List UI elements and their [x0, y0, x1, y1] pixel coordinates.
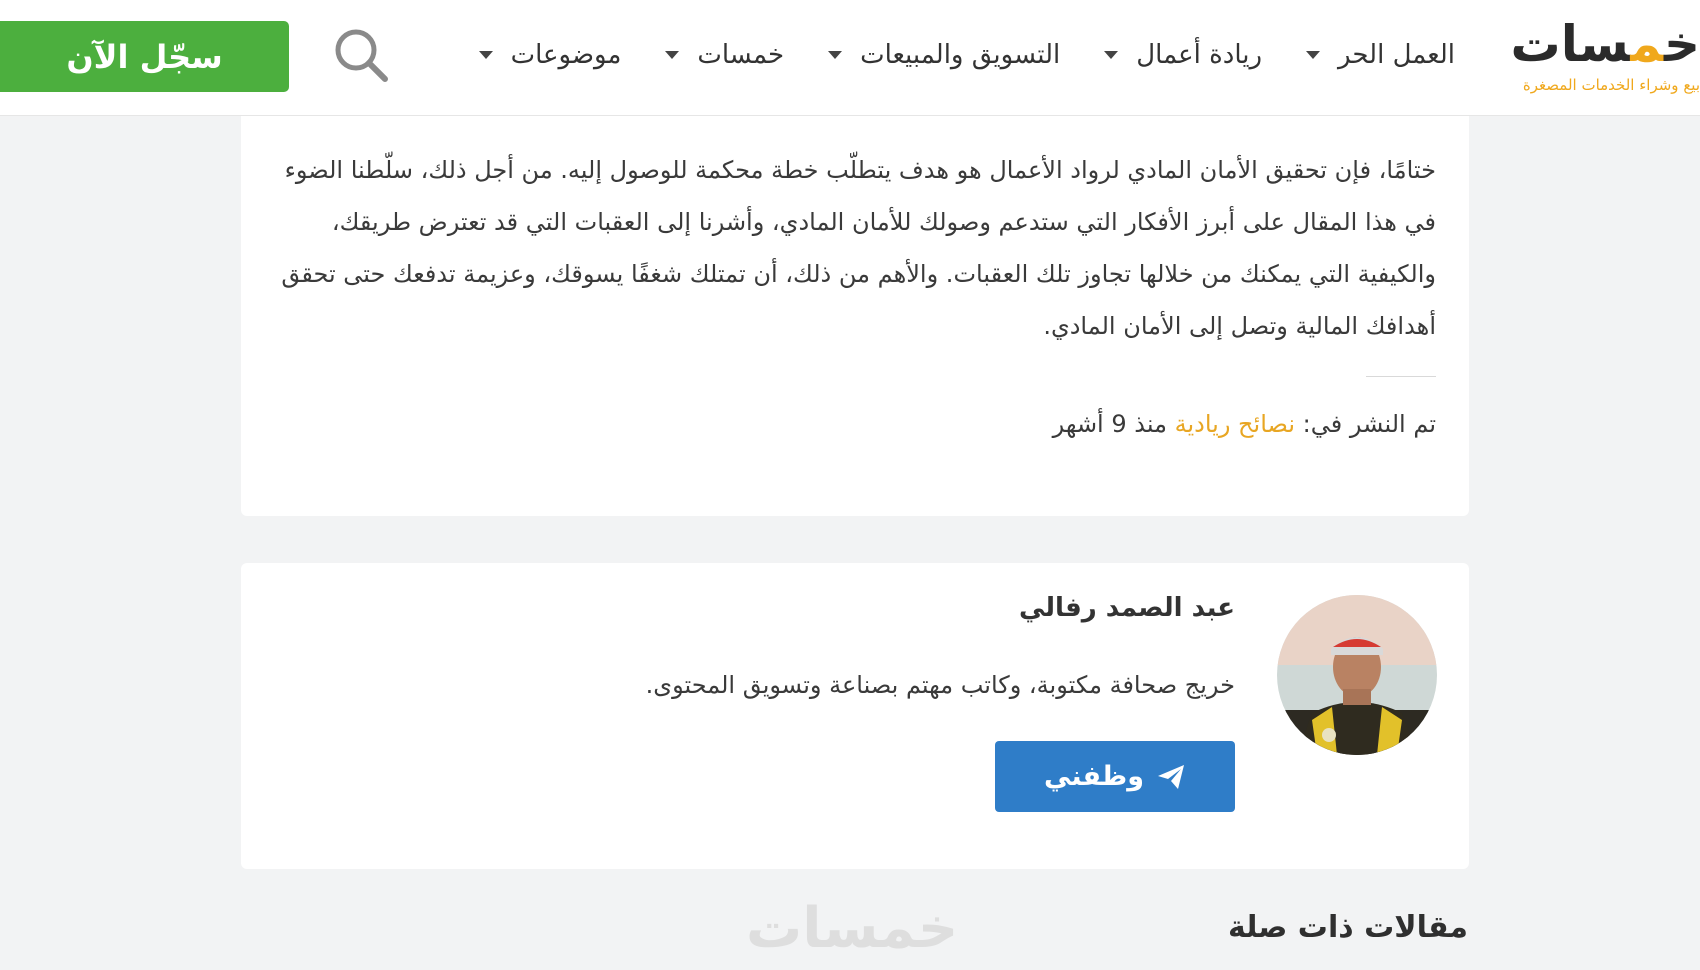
author-bio: خريج صحافة مكتوبة، وكاتب مهتم بصناعة وتس…	[645, 671, 1235, 699]
hire-button[interactable]: وظفني	[995, 741, 1235, 812]
nav-item-label: التسويق والمبيعات	[860, 40, 1061, 70]
nav-item-label: ريادة أعمال	[1136, 40, 1263, 70]
paper-plane-icon	[1158, 764, 1184, 789]
caret-down-icon	[478, 51, 493, 59]
site-logo[interactable]: خمسات بيع وشراء الخدمات المصغرة	[1510, 16, 1700, 102]
published-time: منذ 9 أشهر	[1052, 410, 1175, 438]
caret-down-icon	[1306, 51, 1321, 59]
published-prefix: تم النشر في:	[1295, 410, 1436, 438]
article-paragraph: ختامًا، فإن تحقيق الأمان المادي لرواد ال…	[281, 156, 1436, 340]
divider	[1366, 376, 1436, 377]
nav-item-khamsat[interactable]: خمسات	[665, 22, 784, 88]
caret-down-icon	[1104, 51, 1119, 59]
khamsat-watermark: خمسات	[746, 896, 959, 961]
published-info: تم النشر في: نصائح ريادية منذ 9 أشهر	[1053, 410, 1436, 438]
nav-item-marketing-sales[interactable]: التسويق والمبيعات	[828, 22, 1060, 88]
author-name[interactable]: عبد الصمد رفالي	[1019, 593, 1235, 623]
nav-item-label: خمسات	[697, 40, 785, 70]
main-nav: العمل الحر ريادة أعمال التسويق والمبيعات…	[435, 22, 1455, 88]
article-card: ختامًا، فإن تحقيق الأمان المادي لرواد ال…	[241, 116, 1469, 516]
avatar-photo	[1277, 595, 1437, 755]
author-avatar[interactable]	[1277, 595, 1437, 755]
register-button[interactable]: سجّل الآن	[0, 21, 289, 92]
nav-item-label: موضوعات	[510, 40, 622, 70]
nav-item-topics[interactable]: موضوعات	[478, 22, 622, 88]
category-link[interactable]: نصائح ريادية	[1175, 410, 1295, 438]
author-card: عبد الصمد رفالي خريج صحافة مكتوبة، وكاتب…	[241, 563, 1469, 869]
caret-down-icon	[665, 51, 680, 59]
nav-item-label: العمل الحر	[1338, 40, 1455, 70]
nav-item-entrepreneurship[interactable]: ريادة أعمال	[1104, 22, 1262, 88]
search-button[interactable]	[330, 24, 392, 86]
logo-wordmark: خمسات	[1510, 16, 1700, 73]
caret-down-icon	[828, 51, 843, 59]
site-header: خمسات بيع وشراء الخدمات المصغرة العمل ال…	[0, 0, 1700, 116]
search-icon	[335, 29, 388, 82]
hire-button-label: وظفني	[1044, 761, 1144, 792]
nav-item-freelance[interactable]: العمل الحر	[1306, 22, 1455, 88]
related-articles-title: مقالات ذات صلة	[1227, 910, 1468, 945]
logo-tagline: بيع وشراء الخدمات المصغرة	[1522, 76, 1700, 94]
